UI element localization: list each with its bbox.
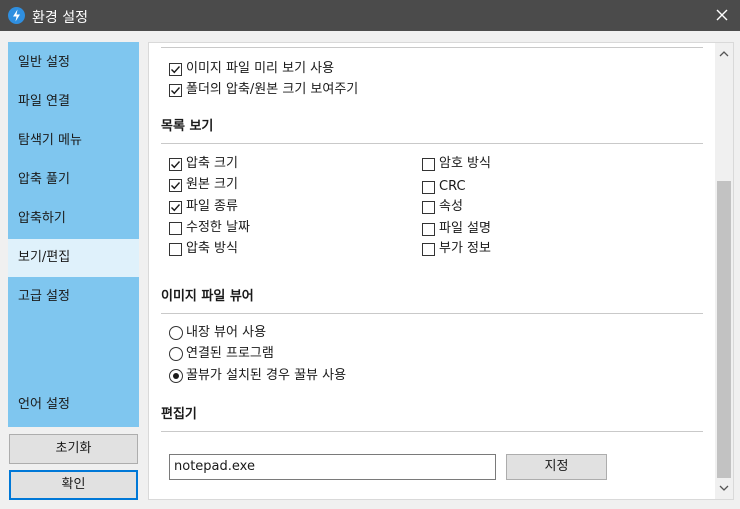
checkbox-label: 폴더의 압축/원본 크기 보여주기 [186, 82, 359, 97]
column-compressed-size-checkbox[interactable]: 압축 크기 [169, 155, 238, 173]
checkbox-checked-icon [169, 179, 182, 192]
checkbox-label: 수정한 날짜 [186, 220, 250, 235]
window-title: 환경 설정 [32, 10, 88, 26]
radio-dot [173, 373, 179, 379]
column-file-comment-checkbox[interactable]: 파일 설명 [422, 220, 491, 238]
title-bar: 환경 설정 [0, 0, 740, 31]
checkbox-unchecked-icon [422, 201, 435, 214]
checkbox-unchecked-icon [422, 223, 435, 236]
sidebar-item-advanced[interactable]: 고급 설정 [8, 278, 139, 316]
close-icon[interactable] [710, 3, 734, 27]
image-viewer-heading: 이미지 파일 뷰어 [161, 289, 254, 304]
checkbox-label: 파일 종류 [186, 199, 238, 214]
reset-button[interactable]: 초기화 [9, 434, 138, 464]
scroll-down-icon[interactable] [715, 479, 733, 497]
checkbox-label: CRC [439, 179, 466, 194]
column-original-size-checkbox[interactable]: 원본 크기 [169, 176, 238, 194]
column-file-type-checkbox[interactable]: 파일 종류 [169, 198, 238, 216]
checkbox-label: 압축 크기 [186, 156, 238, 171]
radio-label: 내장 뷰어 사용 [186, 325, 267, 340]
checkbox-label: 압축 방식 [186, 241, 238, 256]
checkbox-label: 파일 설명 [439, 221, 491, 236]
settings-sidebar: 일반 설정 파일 연결 탐색기 메뉴 압축 풀기 압축하기 보기/편집 고급 설… [8, 42, 139, 427]
sidebar-item-view-edit[interactable]: 보기/편집 [8, 239, 139, 277]
sidebar-item-compress[interactable]: 압축하기 [8, 200, 139, 238]
settings-content: 이미지 파일 미리 보기 사용 폴더의 압축/원본 크기 보여주기 목록 보기 … [148, 42, 734, 500]
divider [161, 47, 703, 48]
sidebar-item-general[interactable]: 일반 설정 [8, 44, 139, 82]
sidebar-item-explorer-menu[interactable]: 탐색기 메뉴 [8, 122, 139, 160]
column-attributes-checkbox[interactable]: 속성 [422, 198, 463, 216]
checkbox-unchecked-icon [422, 158, 435, 171]
set-editor-button[interactable]: 지정 [506, 454, 607, 480]
checkbox-unchecked-icon [169, 222, 182, 235]
column-compression-method-checkbox[interactable]: 압축 방식 [169, 240, 238, 258]
vertical-scrollbar[interactable] [715, 43, 733, 499]
editor-path-input[interactable]: notepad.exe [169, 454, 496, 480]
divider [161, 431, 703, 432]
editor-heading: 편집기 [161, 407, 197, 422]
column-modified-date-checkbox[interactable]: 수정한 날짜 [169, 219, 250, 237]
radio-selected-icon [169, 369, 183, 383]
divider [161, 143, 703, 144]
column-encryption-checkbox[interactable]: 암호 방식 [422, 155, 491, 173]
honeyview-radio[interactable]: 꿀뷰가 설치된 경우 꿀뷰 사용 [169, 367, 346, 385]
scroll-thumb[interactable] [717, 181, 731, 478]
sidebar-item-language[interactable]: 언어 설정 [8, 386, 139, 424]
checkbox-label: 원본 크기 [186, 177, 238, 192]
checkbox-checked-icon [169, 158, 182, 171]
checkbox-label: 부가 정보 [439, 241, 491, 256]
checkbox-label: 속성 [439, 199, 463, 214]
radio-label: 꿀뷰가 설치된 경우 꿀뷰 사용 [186, 368, 347, 383]
ok-button[interactable]: 확인 [9, 470, 138, 500]
checkbox-checked-icon [169, 201, 182, 214]
checkbox-checked-icon [169, 84, 182, 97]
list-view-heading: 목록 보기 [161, 119, 214, 134]
column-extra-info-checkbox[interactable]: 부가 정보 [422, 240, 491, 258]
associated-program-radio[interactable]: 연결된 프로그램 [169, 345, 274, 363]
checkbox-label: 암호 방식 [439, 156, 491, 171]
checkbox-checked-icon [169, 63, 182, 76]
image-preview-checkbox[interactable]: 이미지 파일 미리 보기 사용 [169, 60, 334, 78]
radio-empty-icon [169, 326, 183, 340]
checkbox-unchecked-icon [422, 243, 435, 256]
builtin-viewer-radio[interactable]: 내장 뷰어 사용 [169, 324, 266, 342]
divider [161, 313, 703, 314]
radio-label: 연결된 프로그램 [186, 346, 274, 361]
column-crc-checkbox[interactable]: CRC [422, 178, 466, 196]
sidebar-item-extract[interactable]: 압축 풀기 [8, 161, 139, 199]
checkbox-unchecked-icon [422, 181, 435, 194]
sidebar-item-file-association[interactable]: 파일 연결 [8, 83, 139, 121]
folder-sizes-checkbox[interactable]: 폴더의 압축/원본 크기 보여주기 [169, 81, 358, 99]
radio-empty-icon [169, 347, 183, 361]
bandizip-icon [8, 7, 25, 24]
checkbox-unchecked-icon [169, 243, 182, 256]
checkbox-label: 이미지 파일 미리 보기 사용 [186, 61, 335, 76]
scroll-up-icon[interactable] [715, 45, 733, 63]
